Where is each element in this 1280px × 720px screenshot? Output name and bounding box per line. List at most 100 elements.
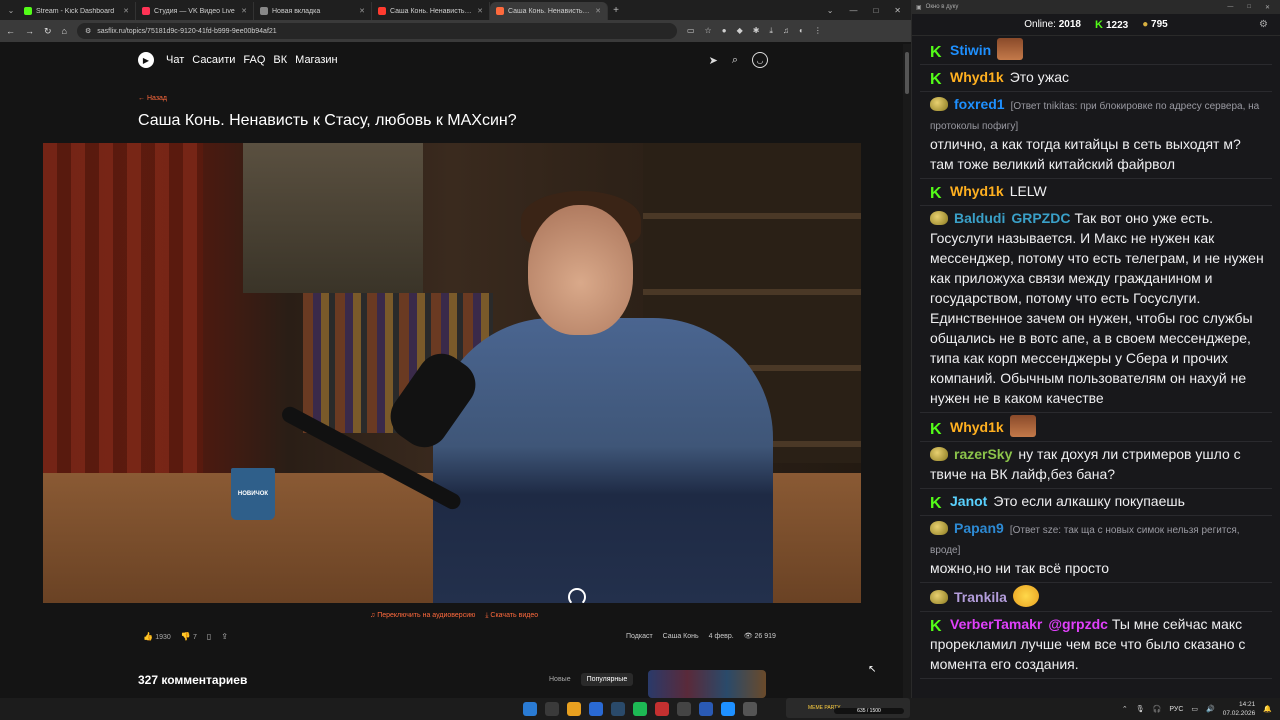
- close-icon[interactable]: ✕: [1265, 4, 1270, 11]
- explorer-icon[interactable]: [567, 702, 581, 716]
- tab-title: Новая вкладка: [272, 7, 321, 15]
- network-icon[interactable]: ▭: [1191, 705, 1198, 713]
- nav-faq[interactable]: FAQ: [243, 54, 265, 66]
- chat-username[interactable]: razerSky: [954, 446, 1012, 462]
- chat-username[interactable]: Whyd1k: [950, 69, 1004, 85]
- reload-icon[interactable]: ↻: [44, 26, 52, 37]
- tag-podcast[interactable]: Подкаст: [626, 633, 653, 640]
- maximize-icon[interactable]: □: [873, 6, 878, 15]
- cast-icon[interactable]: ▭: [687, 26, 695, 36]
- download-video-link[interactable]: ⤓ Скачать видео: [485, 612, 538, 620]
- settings-gear-icon[interactable]: ⚙: [1259, 19, 1268, 30]
- nav-chat[interactable]: Чат: [166, 54, 184, 66]
- clock[interactable]: 14:21 07.02.2026: [1223, 700, 1256, 718]
- app-icon[interactable]: [677, 702, 691, 716]
- tray-expand-icon[interactable]: ⌃: [1122, 705, 1128, 713]
- back-arrow-icon[interactable]: ←: [6, 26, 15, 36]
- home-icon[interactable]: ⌂: [62, 26, 67, 36]
- spotify-icon[interactable]: [633, 702, 647, 716]
- chat-username[interactable]: Whyd1k: [950, 183, 1004, 199]
- chat-username[interactable]: Trankila: [954, 589, 1007, 605]
- site-info-icon[interactable]: ⚙: [85, 27, 91, 35]
- chat-message: K Stiwin: [920, 36, 1272, 65]
- forward-arrow-icon[interactable]: →: [25, 26, 34, 36]
- tab-close-icon[interactable]: ✕: [241, 7, 247, 15]
- browser-tab[interactable]: Саша Конь. Ненависть к Стасу ✕: [372, 2, 490, 20]
- chat-username[interactable]: Baldudi: [954, 210, 1005, 226]
- tab-close-icon[interactable]: ✕: [477, 7, 483, 15]
- bookmark-star-icon[interactable]: ☆: [705, 26, 712, 36]
- user-avatar-icon[interactable]: ◡: [752, 52, 768, 68]
- dislike-button[interactable]: 👎 7: [181, 632, 197, 641]
- video-person-head: [528, 205, 633, 335]
- telegram-icon[interactable]: [721, 702, 735, 716]
- menu-icon[interactable]: ⋮: [814, 26, 822, 36]
- chrome-icon[interactable]: [589, 702, 603, 716]
- chat-username[interactable]: VerberTamakr: [950, 616, 1042, 632]
- tab-title: Саша Конь. Ненависть к Стасу: [390, 7, 473, 15]
- meme-party-widget[interactable]: MEME PARTY 635 / 1500: [786, 698, 910, 718]
- tab-close-icon[interactable]: ✕: [123, 7, 129, 15]
- chat-username[interactable]: Whyd1k: [950, 419, 1004, 435]
- volume-icon[interactable]: 🔊: [1206, 705, 1215, 713]
- scrollbar-thumb[interactable]: [905, 52, 909, 94]
- chat-username[interactable]: Stiwin: [950, 42, 991, 58]
- sort-new-button[interactable]: Новые: [543, 673, 577, 686]
- media-player-icon[interactable]: [699, 702, 713, 716]
- telegram-icon[interactable]: ➤: [709, 54, 718, 67]
- window-controls: ⌄ — □ ✕: [827, 6, 911, 15]
- like-button[interactable]: 👍 1930: [143, 632, 171, 641]
- browser-tab[interactable]: Новая вкладка ✕: [254, 2, 372, 20]
- chat-username[interactable]: foxred1: [954, 96, 1005, 112]
- related-thumbnail[interactable]: [648, 670, 766, 698]
- extension-icon[interactable]: ●: [722, 26, 727, 36]
- play-logo-icon[interactable]: ▶: [138, 52, 154, 68]
- headset-icon[interactable]: 🎧: [1153, 705, 1162, 713]
- tag-guest[interactable]: Саша Конь: [663, 633, 699, 640]
- browser-tab[interactable]: Stream - Kick Dashboard ✕: [18, 2, 136, 20]
- steam-icon[interactable]: [611, 702, 625, 716]
- puzzle-icon[interactable]: ✱: [753, 26, 760, 36]
- video-player[interactable]: НОВИЧОК: [43, 143, 861, 603]
- browser-tab[interactable]: Студия — VK Видео Live ✕: [136, 2, 254, 20]
- chevron-down-icon[interactable]: ⌄: [827, 6, 834, 15]
- extension-icon[interactable]: ◆: [737, 26, 743, 36]
- search-icon[interactable]: [545, 702, 559, 716]
- chat-message: K Janot Это если алкашку покупаешь: [920, 489, 1272, 516]
- nav-vk[interactable]: ВК: [273, 54, 287, 66]
- web-page: ▶ Чат Сасаити FAQ ВК Магазин ➤ ⌕ ◡ ← Наз…: [0, 42, 911, 698]
- tab-close-icon[interactable]: ✕: [595, 7, 601, 15]
- profile-icon[interactable]: ◐: [799, 26, 804, 36]
- share-icon[interactable]: ⇪: [221, 632, 228, 641]
- tab-close-icon[interactable]: ✕: [359, 7, 365, 15]
- app-icon[interactable]: [655, 702, 669, 716]
- close-icon[interactable]: ✕: [894, 6, 901, 15]
- mic-icon[interactable]: 🎙: [1136, 705, 1145, 713]
- page-scrollbar[interactable]: [903, 44, 911, 698]
- start-icon[interactable]: [523, 702, 537, 716]
- nav-shop[interactable]: Магазин: [295, 54, 337, 66]
- video-portrait: [243, 143, 423, 293]
- language-indicator[interactable]: РУС: [1169, 706, 1183, 713]
- search-icon[interactable]: ⌕: [732, 54, 738, 67]
- minimize-icon[interactable]: —: [849, 6, 857, 15]
- download-icon[interactable]: ⤓: [769, 26, 773, 36]
- chat-message: K Whyd1k Это ужас: [920, 65, 1272, 92]
- nav-sasaiti[interactable]: Сасаити: [192, 54, 235, 66]
- chat-username[interactable]: Papan9: [954, 520, 1004, 536]
- maximize-icon[interactable]: □: [1247, 4, 1251, 11]
- minimize-icon[interactable]: —: [1227, 4, 1233, 11]
- tab-search-icon[interactable]: ⌄: [4, 3, 18, 17]
- sort-popular-button[interactable]: Популярные: [580, 673, 634, 686]
- chat-username[interactable]: Janot: [950, 493, 987, 509]
- audio-version-link[interactable]: ♫ Переключить на аудиоверсию: [370, 612, 475, 620]
- comment-sort: Новые Популярные: [543, 673, 634, 686]
- bookmark-icon[interactable]: ▯: [207, 632, 211, 641]
- app-icon[interactable]: [743, 702, 757, 716]
- back-link[interactable]: ← Назад: [138, 95, 167, 102]
- browser-tab[interactable]: Саша Конь. Ненависть к С ✕: [490, 2, 608, 20]
- notification-bell-icon[interactable]: 🔔: [1263, 705, 1272, 713]
- media-icon[interactable]: ♫: [783, 26, 789, 36]
- address-bar[interactable]: ⚙ sasflix.ru/topics/75181d9c-9120-41fd-b…: [76, 23, 677, 39]
- new-tab-button[interactable]: +: [608, 5, 624, 16]
